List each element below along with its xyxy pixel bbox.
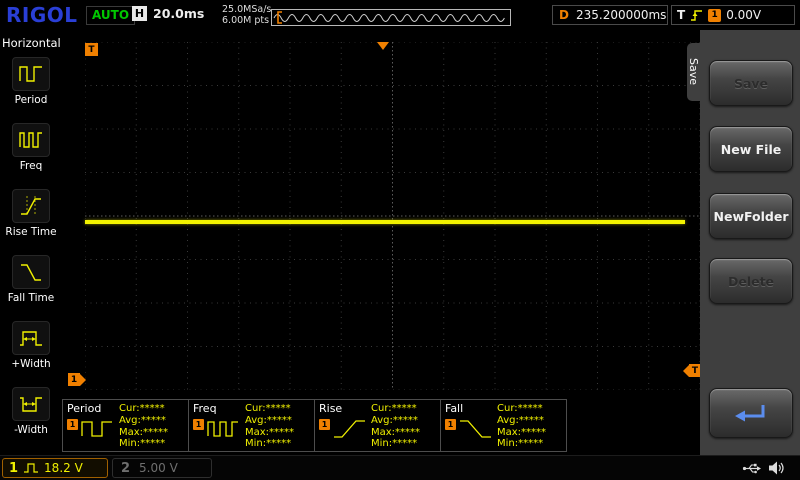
sidebar-item-label: -Width — [14, 424, 48, 436]
measurement-name: Fall — [445, 402, 464, 415]
channel-badge: 1 — [319, 419, 330, 430]
top-status-bar: RIGOL AUTO H 20.0ms 25.0MSa/s 6.00M pts … — [0, 0, 800, 30]
measurement-values: Cur:***** Avg:***** Max:***** Min:***** — [119, 403, 169, 450]
channel2-number: 2 — [121, 460, 131, 476]
graticule: T 1 T — [68, 42, 701, 390]
channel1-scale: 18.2 V — [44, 461, 83, 475]
usb-icon — [742, 461, 762, 480]
softkey-menu: Save Save New File NewFolder Delete — [687, 30, 800, 455]
trigger-info: T 1 0.00V — [671, 5, 795, 25]
sidebar-item-label: Fall Time — [7, 292, 55, 304]
rise-waveform-icon — [334, 420, 365, 438]
trigger-source-badge: 1 — [708, 8, 722, 22]
measurement-values: Cur:***** Avg:***** Max:***** Min:***** — [245, 403, 295, 450]
channel-badge: 1 — [445, 419, 456, 430]
new-file-button[interactable]: New File — [709, 126, 793, 172]
rising-edge-icon — [691, 9, 703, 21]
back-button[interactable] — [709, 388, 793, 438]
sidebar-item-rise-time[interactable]: Rise Time — [0, 186, 62, 252]
delete-button[interactable]: Delete — [709, 258, 793, 304]
grid-lines — [85, 42, 700, 390]
measurement-panel-fall: Fall 1 Cur:***** Avg:***** Max:***** Min… — [440, 399, 567, 452]
sidebar-item-period[interactable]: Period — [0, 54, 62, 120]
rise-time-icon — [12, 189, 50, 223]
period-icon — [12, 57, 50, 91]
sample-rate: 25.0MSa/s — [222, 4, 272, 15]
measurement-name: Period — [67, 402, 102, 415]
run-status-badge: AUTO — [86, 6, 136, 25]
horizontal-timebase: H 20.0ms — [132, 6, 204, 21]
minus-width-icon — [12, 387, 50, 421]
sidebar-item-label: Period — [14, 94, 48, 106]
delay-label: D — [559, 8, 569, 22]
channel-badge: 1 — [67, 419, 78, 430]
memory-depth: 6.00M pts — [222, 15, 270, 26]
measurement-values: Cur:***** Avg:***** Max:***** Min:***** — [371, 403, 421, 450]
rigol-logo: RIGOL — [6, 3, 78, 27]
channel-badge: 1 — [193, 419, 204, 430]
sidebar-item-label: +Width — [11, 358, 51, 370]
new-folder-button[interactable]: NewFolder — [709, 193, 793, 239]
acquisition-info: 25.0MSa/s 6.00M pts — [222, 4, 271, 26]
channel1-status[interactable]: 1 18.2 V — [2, 458, 108, 478]
channel1-number: 1 — [9, 460, 19, 476]
ch1-trace — [85, 220, 685, 224]
trigger-level-value: 0.00V — [726, 8, 762, 22]
trigger-position-marker[interactable] — [377, 42, 389, 50]
plus-width-icon — [12, 321, 50, 355]
horizontal-label: H — [132, 6, 147, 21]
channel2-status[interactable]: 2 5.00 V — [112, 458, 212, 478]
measurement-panel-period: Period 1 Cur:***** Avg:***** Max:***** M… — [62, 399, 189, 452]
sidebar-item-fall-time[interactable]: Fall Time — [0, 252, 62, 318]
measurement-name: Freq — [193, 402, 217, 415]
speaker-icon — [768, 460, 786, 480]
measurement-panel-freq: Freq 1 Cur:***** Avg:***** Max:***** Min… — [188, 399, 315, 452]
oscilloscope-screen: RIGOL AUTO H 20.0ms 25.0MSa/s 6.00M pts … — [0, 0, 800, 480]
sidebar-item-plus-width[interactable]: +Width — [0, 318, 62, 384]
measurement-values: Cur:***** Avg:***** Max:***** Min:***** — [497, 403, 547, 450]
channel-status-bar: 1 18.2 V 2 5.00 V — [0, 455, 800, 480]
ch1-offset-marker[interactable]: 1 — [68, 373, 86, 386]
measurement-bar: Period 1 Cur:***** Avg:***** Max:***** M… — [62, 399, 567, 452]
period-waveform-icon — [81, 421, 112, 437]
trigger-delay: D 235.200000ms — [552, 5, 668, 25]
menu-tab-save: Save — [687, 43, 700, 101]
sidebar-item-freq[interactable]: Freq — [0, 120, 62, 186]
trigger-level-marker[interactable]: T — [683, 364, 701, 377]
waveform-memory-preview[interactable] — [271, 9, 511, 26]
sidebar-title: Horizontal — [2, 36, 61, 50]
return-arrow-icon — [735, 405, 765, 422]
fall-time-icon — [12, 255, 50, 289]
sidebar-item-label: Freq — [19, 160, 43, 172]
delay-value: 235.200000ms — [575, 8, 667, 22]
fall-waveform-icon — [460, 420, 491, 438]
measurement-name: Rise — [319, 402, 343, 415]
trigger-time-marker[interactable]: T — [85, 43, 98, 56]
freq-icon — [12, 123, 50, 157]
trigger-label: T — [677, 8, 686, 22]
freq-waveform-icon — [207, 421, 238, 437]
measurement-panel-rise: Rise 1 Cur:***** Avg:***** Max:***** Min… — [314, 399, 441, 452]
save-button[interactable]: Save — [709, 60, 793, 106]
measure-sidebar: Horizontal Period Freq Rise Time Fall Ti… — [0, 30, 62, 455]
sidebar-item-minus-width[interactable]: -Width — [0, 384, 62, 450]
channel1-coupling-icon — [24, 463, 39, 473]
timebase-value: 20.0ms — [153, 6, 205, 21]
sidebar-item-label: Rise Time — [5, 226, 57, 238]
channel2-scale: 5.00 V — [139, 461, 178, 475]
